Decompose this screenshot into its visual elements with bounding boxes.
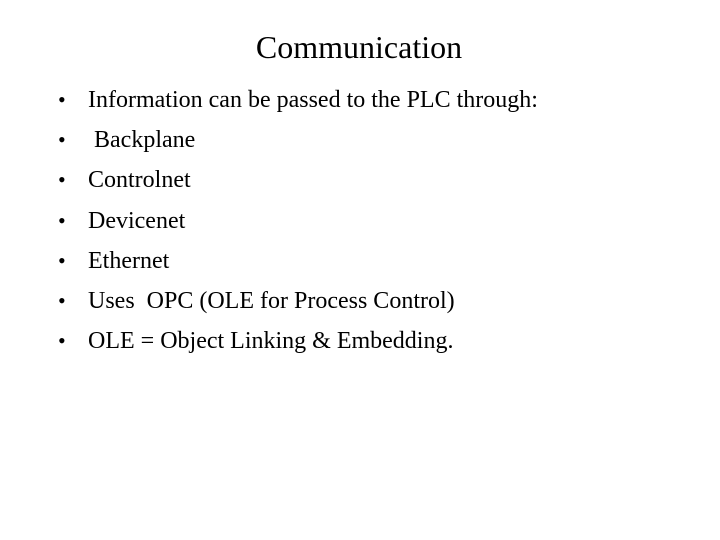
bullet-item: • Ethernet: [58, 245, 169, 285]
bullet-text: Information can be passed to the PLC thr…: [88, 87, 538, 113]
bullet-text: Controlnet: [88, 167, 191, 194]
bullet-icon: •: [58, 328, 66, 354]
bullet-icon: •: [58, 207, 66, 233]
bullet-item: • Backplane: [58, 124, 195, 164]
bullet-item: • Uses OPC (OLE for Process Control): [58, 285, 455, 325]
slide-title: Communication: [255, 29, 463, 65]
bullet-text: Devicenet: [88, 207, 186, 234]
bullet-icon: •: [58, 167, 66, 193]
bullet-item: • Controlnet: [58, 164, 191, 204]
bullet-text: Ethernet: [88, 247, 170, 274]
bullet-icon: •: [58, 247, 66, 273]
bullet-item: • Information can be passed to the PLC t…: [58, 84, 538, 124]
bullet-text: OLE = Object Linking & Embedding.: [88, 328, 454, 355]
bullet-icon: •: [58, 287, 66, 313]
bullet-item: • Devicenet: [58, 205, 185, 245]
slide: Communication • Information can be passe…: [0, 0, 720, 540]
bullet-item: • OLE = Object Linking & Embedding.: [58, 325, 453, 365]
bullet-text: Uses OPC (OLE for Process Control): [88, 287, 455, 314]
bullet-icon: •: [58, 87, 66, 112]
bullet-list: • Information can be passed to the PLC t…: [58, 84, 538, 365]
bullet-text: Backplane: [88, 127, 196, 154]
bullet-icon: •: [58, 127, 66, 153]
